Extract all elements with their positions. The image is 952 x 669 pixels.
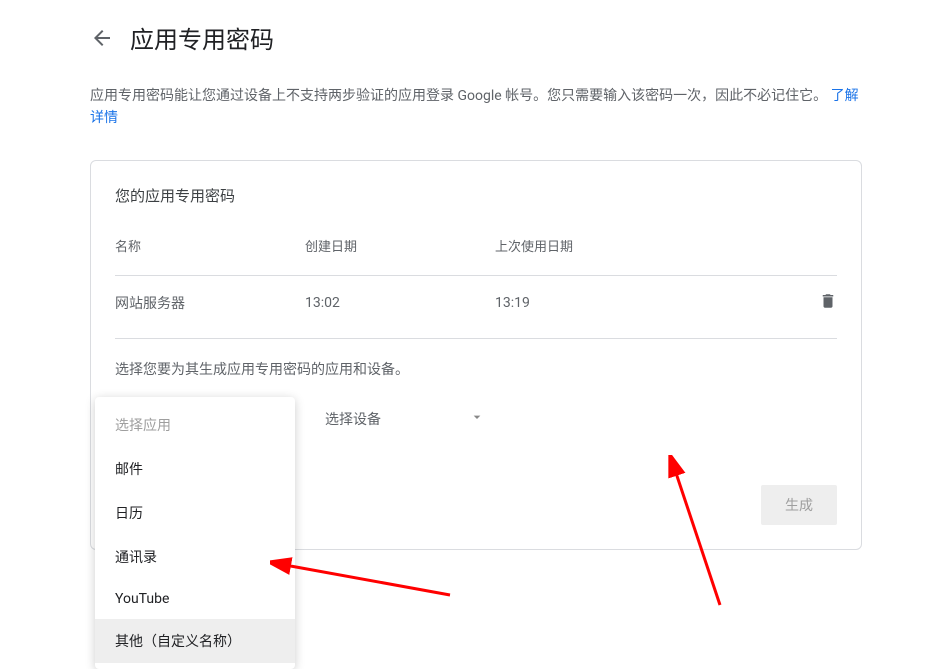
page-title: 应用专用密码 (130, 20, 274, 55)
app-select[interactable]: 选择应用 选择应用 邮件 日历 通讯录 YouTube 其他（自定义名称） (115, 403, 275, 435)
dropdown-item-calendar[interactable]: 日历 (95, 491, 295, 535)
table-header: 名称 创建日期 上次使用日期 (115, 236, 837, 275)
cell-used: 13:19 (495, 295, 807, 311)
dropdown-item-contacts[interactable]: 通讯录 (95, 535, 295, 579)
back-arrow-icon[interactable] (90, 26, 114, 50)
cell-created: 13:02 (305, 295, 495, 311)
description-body: 应用专用密码能让您通过设备上不支持两步验证的应用登录 Google 帐号。您只需… (90, 88, 827, 104)
select-instruction: 选择您要为其生成应用专用密码的应用和设备。 (115, 359, 837, 379)
device-select-placeholder: 选择设备 (325, 409, 381, 429)
device-select[interactable]: 选择设备 (325, 403, 485, 435)
cell-name: 网站服务器 (115, 293, 305, 313)
trash-icon[interactable] (819, 298, 837, 314)
col-header-used: 上次使用日期 (495, 236, 807, 255)
table-row: 网站服务器 13:02 13:19 (115, 275, 837, 330)
chevron-down-icon (469, 409, 485, 429)
generate-button[interactable]: 生成 (761, 485, 837, 525)
dropdown-item-youtube[interactable]: YouTube (95, 579, 295, 619)
passwords-card: 您的应用专用密码 名称 创建日期 上次使用日期 网站服务器 13:02 13:1… (90, 160, 862, 550)
col-header-name: 名称 (115, 236, 305, 255)
dropdown-item-other[interactable]: 其他（自定义名称） (95, 619, 295, 663)
dropdown-item-mail[interactable]: 邮件 (95, 447, 295, 491)
col-header-created: 创建日期 (305, 236, 495, 255)
app-dropdown-menu: 选择应用 邮件 日历 通讯录 YouTube 其他（自定义名称） (95, 397, 295, 669)
card-title: 您的应用专用密码 (115, 185, 837, 206)
description-text: 应用专用密码能让您通过设备上不支持两步验证的应用登录 Google 帐号。您只需… (0, 65, 952, 130)
dropdown-item-placeholder[interactable]: 选择应用 (95, 403, 295, 447)
